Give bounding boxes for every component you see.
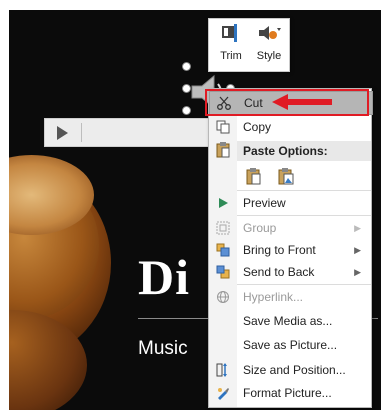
resize-handle[interactable] [182, 62, 191, 71]
save-media-as-label: Save Media as... [243, 314, 333, 328]
hyperlink-label: Hyperlink... [243, 290, 304, 304]
copy-label: Copy [243, 120, 272, 134]
submenu-arrow-icon: ▶ [354, 266, 361, 277]
resize-handle[interactable] [182, 106, 191, 115]
trim-label: Trim [220, 50, 242, 62]
bring-to-front-icon [216, 243, 230, 257]
copy-icon [216, 120, 230, 134]
style-icon [259, 26, 281, 40]
send-to-back-icon [216, 265, 230, 279]
menu-item-send-to-back[interactable]: Send to Back ▶ [209, 261, 371, 283]
mini-toolbar: Trim Style [208, 18, 290, 72]
slide-title: Di [138, 249, 190, 305]
style-label: Style [256, 50, 282, 62]
player-divider [81, 123, 82, 142]
slide-subtitle: Music [138, 338, 188, 359]
menu-separator [237, 215, 371, 216]
trim-button[interactable]: Trim [213, 22, 249, 68]
menu-item-format-picture[interactable]: Format Picture... [209, 382, 371, 404]
play-icon[interactable] [57, 126, 68, 140]
media-player-bar[interactable] [44, 118, 216, 147]
play-preview-icon [219, 198, 228, 208]
menu-item-save-as-picture[interactable]: Save as Picture... [209, 334, 371, 356]
submenu-arrow-icon: ▶ [354, 244, 361, 255]
format-picture-label: Format Picture... [243, 386, 332, 400]
submenu-arrow-icon: ▶ [354, 222, 361, 233]
menu-separator [237, 190, 371, 191]
preview-label: Preview [243, 196, 286, 210]
menu-item-hyperlink[interactable]: Hyperlink... [209, 286, 371, 308]
bring-to-front-label: Bring to Front [243, 243, 316, 257]
paste-options-header: Paste Options: [237, 141, 371, 161]
menu-item-group[interactable]: Group ▶ [209, 217, 371, 239]
paste-picture-icon[interactable] [277, 167, 295, 185]
menu-item-size-and-position[interactable]: Size and Position... [209, 359, 371, 381]
group-icon [216, 221, 230, 235]
paste-keep-formatting-icon[interactable] [245, 167, 263, 185]
style-button[interactable]: Style [251, 22, 287, 68]
menu-item-preview[interactable]: Preview [209, 192, 371, 214]
send-to-back-label: Send to Back [243, 265, 315, 279]
format-picture-icon [218, 388, 229, 400]
clipboard-icon [216, 142, 230, 163]
menu-separator [237, 284, 371, 285]
hyperlink-icon [217, 291, 229, 303]
menu-item-save-media-as[interactable]: Save Media as... [209, 310, 371, 332]
size-and-position-label: Size and Position... [243, 363, 346, 377]
size-position-icon [216, 363, 227, 377]
trim-icon [222, 24, 237, 42]
save-as-picture-label: Save as Picture... [243, 338, 338, 352]
annotation-arrow-icon [272, 94, 332, 110]
menu-item-copy[interactable]: Copy [209, 116, 371, 138]
resize-handle[interactable] [182, 84, 191, 93]
group-label: Group [243, 221, 277, 235]
menu-item-bring-to-front[interactable]: Bring to Front ▶ [209, 239, 371, 261]
context-menu: Cut Copy Paste Options: Preview Group ▶ … [208, 88, 373, 408]
paste-options-row [245, 167, 295, 185]
